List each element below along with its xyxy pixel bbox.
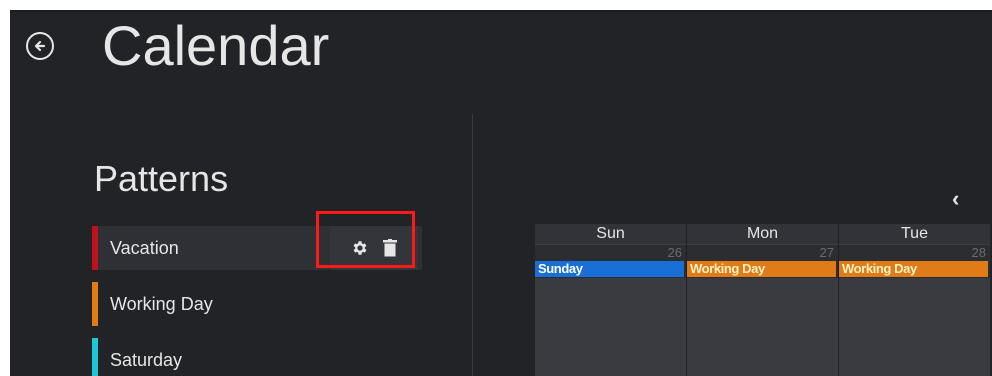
pattern-item-saturday[interactable]: Saturday [92, 338, 422, 376]
top-border [10, 10, 992, 12]
pattern-item-vacation[interactable]: Vacation [92, 226, 422, 270]
day-cell[interactable] [535, 278, 686, 376]
calendar-grid: Sun 26 Sunday Mon 27 Working Day Tue 28 … [535, 224, 992, 376]
pattern-label: Working Day [110, 294, 213, 314]
arrow-left-circle-icon [34, 40, 46, 52]
calendar-app: Calendar Patterns Vacation Working Day S… [10, 10, 992, 376]
pattern-color-bar [92, 282, 98, 326]
day-header: Mon [687, 224, 838, 245]
day-cell[interactable] [687, 278, 838, 376]
pattern-label: Saturday [110, 350, 183, 370]
panel-divider [472, 114, 473, 376]
calendar-event[interactable]: Sunday [535, 261, 684, 277]
pattern-color-bar [92, 226, 98, 270]
page-title: Calendar [102, 14, 330, 77]
previous-month-button[interactable]: ‹ [952, 186, 959, 212]
day-date: 26 [667, 245, 682, 260]
calendar-event[interactable]: Working Day [687, 261, 836, 277]
patterns-heading: Patterns [94, 158, 229, 199]
pattern-item-working-day[interactable]: Working Day [92, 282, 422, 326]
trash-icon[interactable] [383, 239, 397, 257]
day-cell[interactable] [839, 278, 990, 376]
day-header: Tue [839, 224, 990, 245]
day-column-sun: Sun 26 Sunday [535, 224, 686, 376]
pattern-label: Vacation [110, 238, 179, 258]
day-column-tue: Tue 28 Working Day [839, 224, 990, 376]
pattern-color-bar [92, 338, 98, 376]
day-header: Sun [535, 224, 686, 245]
back-button[interactable] [26, 32, 54, 60]
gear-icon[interactable] [351, 239, 369, 257]
day-column-mon: Mon 27 Working Day [687, 224, 838, 376]
calendar-event[interactable]: Working Day [839, 261, 988, 277]
day-date: 28 [971, 245, 986, 260]
pattern-actions [330, 226, 418, 270]
day-date: 27 [819, 245, 834, 260]
